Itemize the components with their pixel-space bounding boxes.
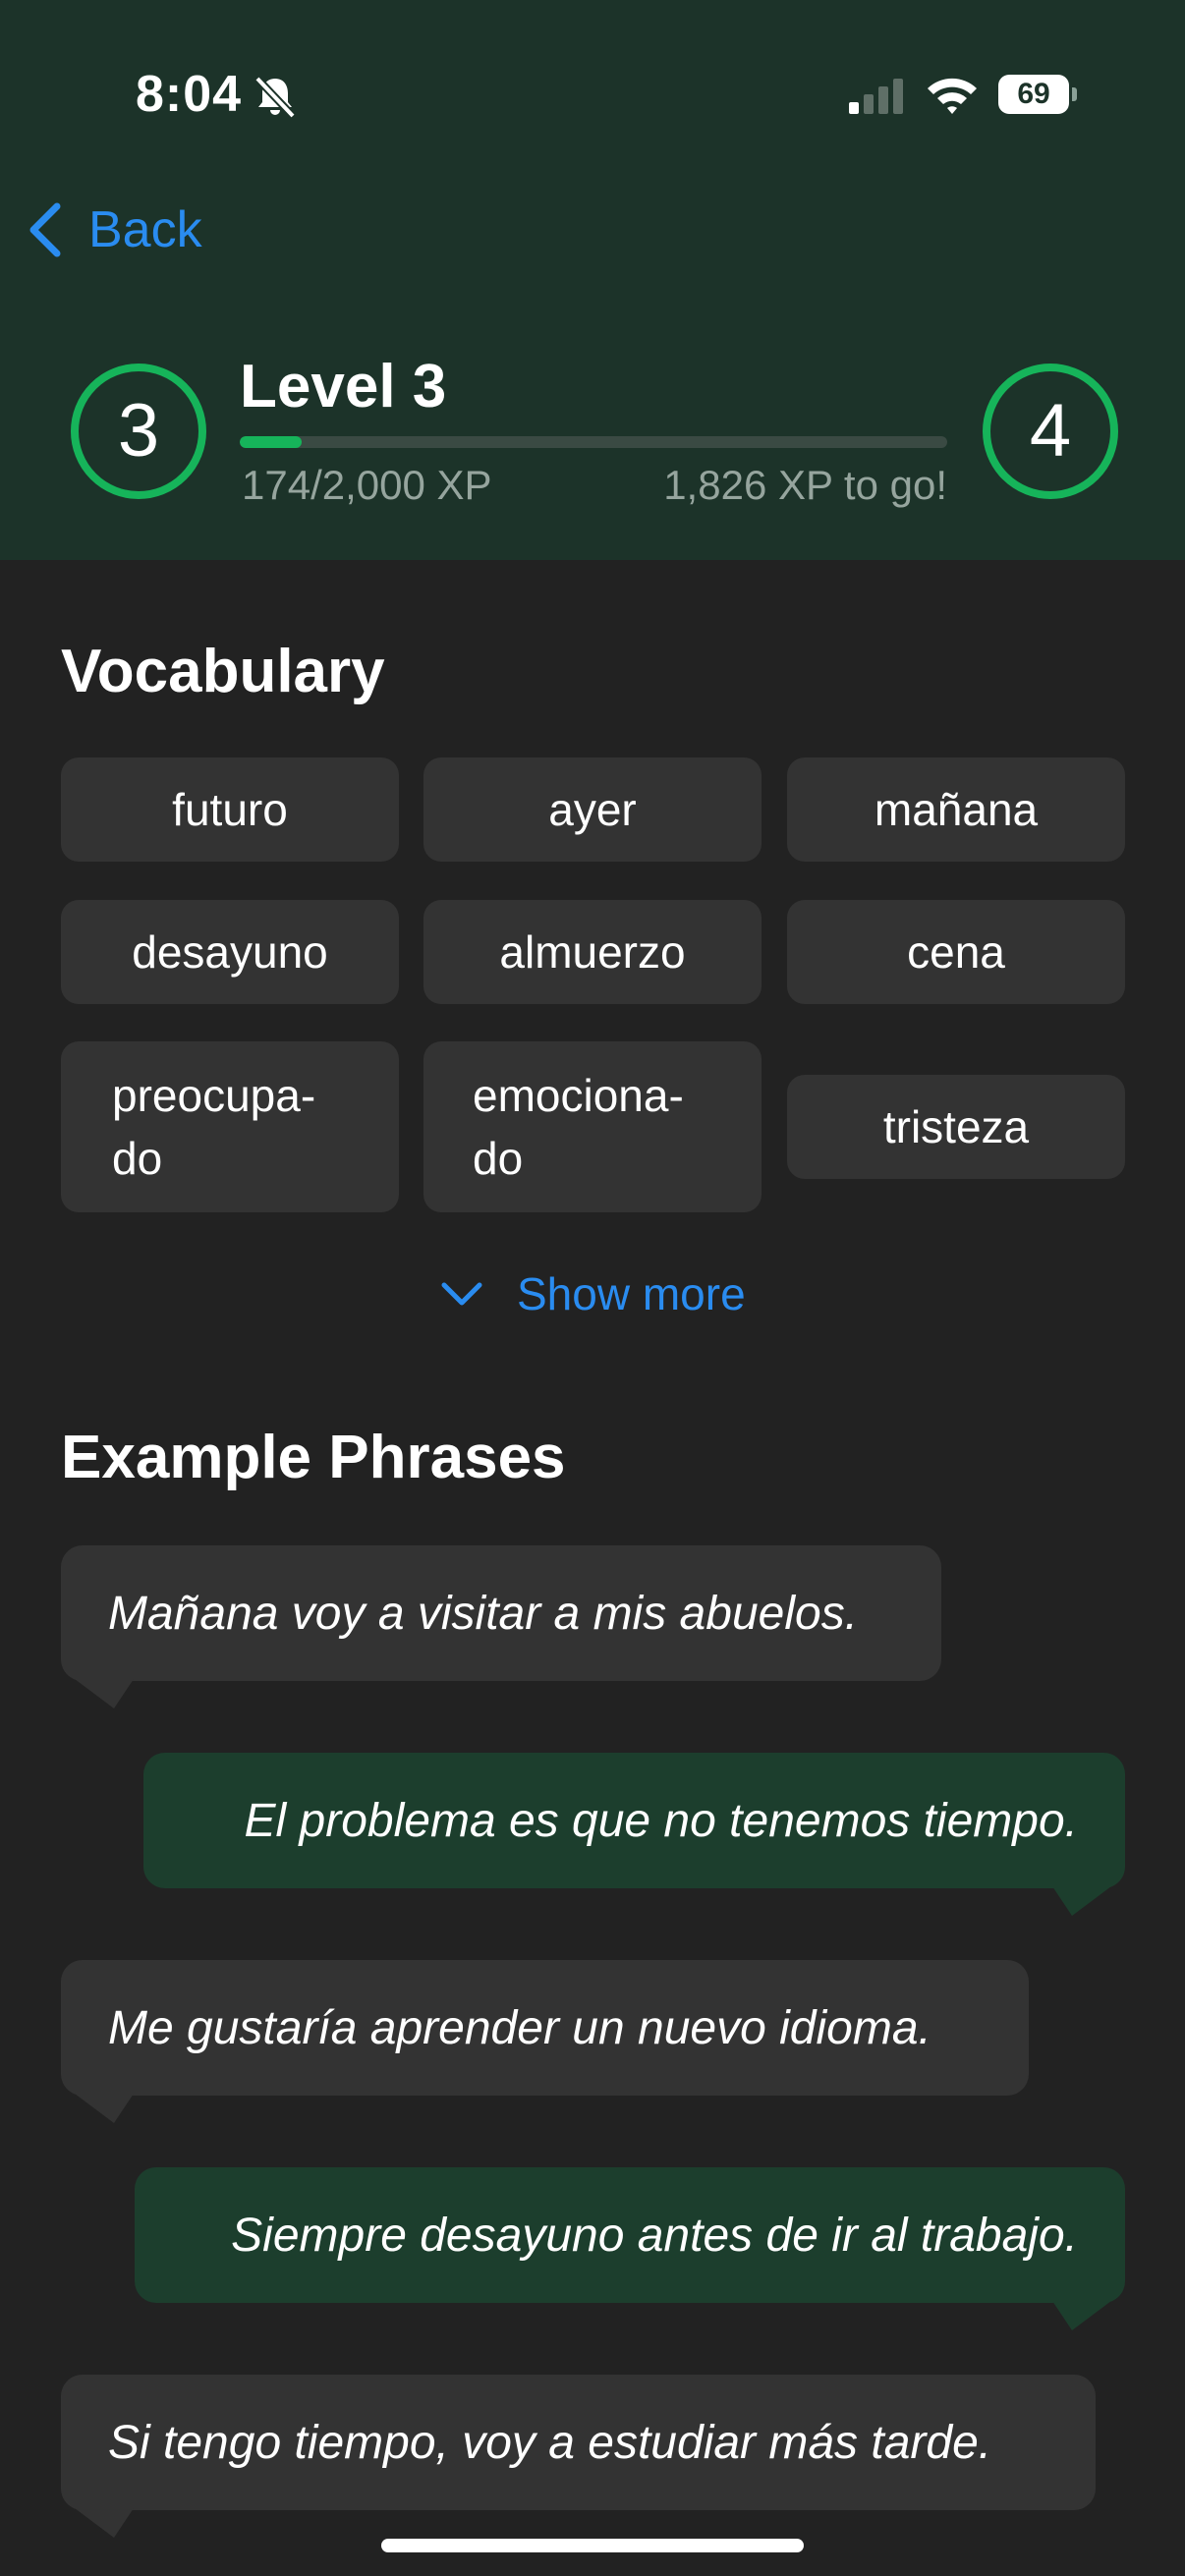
battery-level: 69 bbox=[998, 75, 1069, 114]
next-level-badge: 4 bbox=[983, 364, 1118, 499]
phrase-text: Siempre desayuno antes de ir al trabajo. bbox=[231, 2209, 1078, 2262]
phrase-bubble-outgoing: El problema es que no tenemos tiempo. bbox=[143, 1753, 1125, 1916]
phrase-text: El problema es que no tenemos tiempo. bbox=[244, 1794, 1078, 1847]
bubble-tail bbox=[75, 2508, 134, 2538]
bubble-tail bbox=[1052, 1886, 1111, 1916]
vocabulary-title: Vocabulary bbox=[61, 638, 385, 705]
vocab-chip[interactable]: preocupa- do bbox=[61, 1041, 399, 1212]
vocab-chip[interactable]: desayuno bbox=[61, 900, 399, 1004]
bubble-tail bbox=[75, 2094, 134, 2123]
vocab-chip[interactable]: cena bbox=[787, 900, 1125, 1004]
phrase-bubble-outgoing: Siempre desayuno antes de ir al trabajo. bbox=[135, 2167, 1125, 2330]
battery-tip bbox=[1072, 87, 1077, 101]
xp-current: 174/2,000 XP bbox=[242, 462, 492, 508]
vocab-chip[interactable]: tristeza bbox=[787, 1075, 1125, 1179]
home-indicator[interactable] bbox=[381, 2539, 804, 2552]
show-more-button[interactable]: Show more bbox=[440, 1267, 746, 1320]
cellular-signal-icon bbox=[849, 79, 903, 114]
vocab-chip[interactable]: futuro bbox=[61, 757, 399, 862]
back-button[interactable]: Back bbox=[24, 195, 202, 265]
battery-indicator: 69 bbox=[998, 75, 1077, 114]
phrase-text: Mañana voy a visitar a mis abuelos. bbox=[108, 1587, 859, 1640]
phrase-bubble-incoming: Si tengo tiempo, voy a estudiar más tard… bbox=[61, 2375, 1096, 2538]
chevron-down-icon bbox=[441, 1282, 482, 1306]
xp-remaining: 1,826 XP to go! bbox=[663, 462, 947, 508]
level-title: Level 3 bbox=[240, 353, 447, 420]
status-time: 8:04 bbox=[136, 66, 243, 123]
phrase-bubble-incoming: Me gustaría aprender un nuevo idioma. bbox=[61, 1960, 1029, 2123]
show-more-label: Show more bbox=[517, 1268, 746, 1319]
bubble-tail bbox=[75, 1679, 134, 1708]
xp-progress-bar bbox=[240, 436, 947, 448]
phrase-text: Si tengo tiempo, voy a estudiar más tard… bbox=[108, 2416, 992, 2469]
vocab-chip[interactable]: ayer bbox=[423, 757, 762, 862]
wifi-icon bbox=[928, 78, 977, 114]
vocab-chip[interactable]: mañana bbox=[787, 757, 1125, 862]
level-header: 8:04 69 Back 3 Level 3 174/2,000 XP 1,82… bbox=[0, 0, 1185, 560]
vocab-chip[interactable]: emociona- do bbox=[423, 1041, 762, 1212]
vocab-chip[interactable]: almuerzo bbox=[423, 900, 762, 1004]
phrase-bubble-incoming: Mañana voy a visitar a mis abuelos. bbox=[61, 1545, 941, 1708]
chevron-left-icon bbox=[29, 202, 61, 257]
current-level-badge: 3 bbox=[71, 364, 206, 499]
back-label: Back bbox=[88, 201, 202, 258]
xp-progress-fill bbox=[240, 436, 302, 448]
bell-muted-icon bbox=[254, 76, 296, 119]
phrases-title: Example Phrases bbox=[61, 1424, 566, 1491]
bubble-tail bbox=[1052, 2301, 1111, 2330]
phrase-text: Me gustaría aprender un nuevo idioma. bbox=[108, 2001, 931, 2054]
